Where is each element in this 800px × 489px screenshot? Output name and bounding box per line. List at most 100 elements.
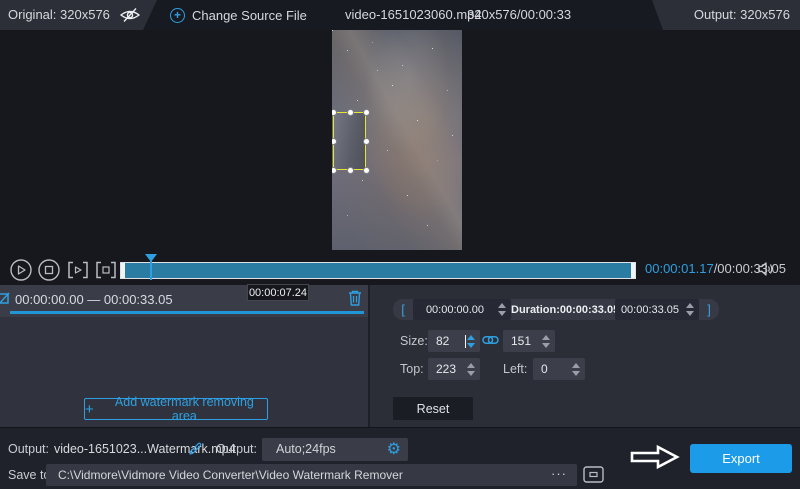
- arrow-up-icon[interactable]: [467, 335, 475, 340]
- left-value: 0: [533, 362, 571, 376]
- arrow-down-icon[interactable]: [542, 343, 550, 348]
- export-button[interactable]: Export: [690, 444, 792, 473]
- watermark-entry-row[interactable]: 00:00:00.00 — 00:00:33.05: [0, 285, 368, 317]
- selection-handle-top-left[interactable]: [332, 109, 337, 116]
- output-name-label: Output:: [8, 442, 49, 456]
- selection-handle-top-mid[interactable]: [347, 109, 354, 116]
- playhead-line: [150, 261, 152, 280]
- total-time: /00:00:33.05: [714, 261, 786, 276]
- output-resolution-label: Output: 320x576: [694, 0, 790, 30]
- save-path-input[interactable]: C:\Vidmore\Vidmore Video Converter\Video…: [46, 464, 577, 486]
- arrow-up-icon[interactable]: [572, 363, 580, 368]
- output-format-value: Auto;24fps: [276, 442, 336, 456]
- size-height-input[interactable]: 151: [503, 330, 555, 352]
- left-label: Left:: [503, 362, 527, 376]
- size-label: Size:: [400, 334, 428, 348]
- size-width-stepper[interactable]: [466, 335, 480, 348]
- time-range-bar: [ 00:00:00.00 Duration:00:00:33.05 00:00…: [393, 299, 719, 320]
- current-time: 00:00:01.17: [645, 261, 714, 276]
- watermark-entry-range: 00:00:00.00 — 00:00:33.05: [15, 292, 173, 307]
- video-watermark-remover-window: Original: 320x576 + Change Source File v…: [0, 0, 800, 489]
- set-start-bracket-button[interactable]: [: [393, 302, 413, 317]
- video-preview: [332, 30, 462, 250]
- size-width-input[interactable]: 82: [428, 330, 480, 352]
- watermark-edit-panel: [ 00:00:00.00 Duration:00:00:33.05 00:00…: [370, 285, 800, 427]
- change-source-file-button[interactable]: + Change Source File: [170, 0, 307, 30]
- output-filename: video-1651023...Watermark.mp4: [54, 442, 236, 456]
- arrow-up-icon[interactable]: [498, 303, 506, 308]
- selection-handle-top-right[interactable]: [363, 109, 370, 116]
- plus-circle-icon: +: [170, 8, 185, 23]
- gear-icon[interactable]: ⚙: [387, 439, 401, 459]
- add-watermark-area-label: Add watermark removing area: [102, 395, 267, 423]
- add-watermark-area-button[interactable]: + Add watermark removing area: [84, 398, 268, 420]
- selection-handle-mid-left[interactable]: [332, 138, 337, 145]
- selection-handle-bottom-mid[interactable]: [347, 167, 354, 174]
- stop-button[interactable]: [38, 259, 60, 284]
- set-end-bracket-button[interactable]: ]: [699, 302, 719, 317]
- left-input[interactable]: 0: [533, 358, 585, 380]
- selection-handle-bottom-right[interactable]: [363, 167, 370, 174]
- watermark-area-icon: [0, 291, 11, 310]
- output-format-select[interactable]: Auto;24fps ⚙: [262, 438, 408, 461]
- top-label: Top:: [400, 362, 424, 376]
- arrow-down-icon[interactable]: [498, 311, 506, 316]
- watermark-list-panel: 00:00:00.00 — 00:00:33.05 + Add watermar…: [0, 285, 368, 427]
- watermark-selection-rect[interactable]: [333, 112, 366, 170]
- play-button[interactable]: [10, 259, 32, 284]
- start-time-stepper[interactable]: [497, 303, 511, 316]
- size-width-value: 82: [428, 334, 464, 348]
- preview-toggle-button[interactable]: [118, 7, 142, 23]
- segment-stop-button[interactable]: [94, 259, 118, 284]
- output-format-label: Output:: [216, 442, 257, 456]
- original-resolution-label: Original: 320x576: [8, 0, 110, 30]
- timeline-scrubber[interactable]: [120, 262, 636, 279]
- timeline-hover-tooltip: 00:00:07.24: [247, 284, 309, 301]
- end-time-input[interactable]: 00:00:33.05: [615, 299, 699, 320]
- arrow-down-icon[interactable]: [467, 371, 475, 376]
- watermark-entry-duration-track[interactable]: [10, 311, 364, 314]
- pencil-icon: [188, 441, 203, 456]
- reset-button[interactable]: Reset: [393, 397, 473, 420]
- top-input[interactable]: 223: [428, 358, 480, 380]
- arrow-up-icon[interactable]: [542, 335, 550, 340]
- annotation-arrow: [630, 444, 680, 473]
- transport-bar: 00:00:01.17/00:00:33.05: [0, 252, 800, 285]
- timeline-end-handle[interactable]: [631, 263, 635, 278]
- segment-play-button[interactable]: [66, 259, 90, 284]
- size-height-value: 151: [503, 334, 541, 348]
- arrow-down-icon[interactable]: [467, 343, 475, 348]
- top-stepper[interactable]: [466, 363, 480, 376]
- top-bar: Original: 320x576 + Change Source File v…: [0, 0, 800, 30]
- trash-icon: [347, 289, 363, 307]
- folder-icon: [583, 465, 604, 484]
- left-stepper[interactable]: [571, 363, 585, 376]
- eye-off-icon: [118, 11, 142, 26]
- top-value: 223: [428, 362, 466, 376]
- arrow-up-icon[interactable]: [686, 303, 694, 308]
- size-height-stepper[interactable]: [541, 335, 555, 348]
- duration-label: Duration:00:00:33.05: [511, 304, 615, 316]
- rename-button[interactable]: [188, 441, 203, 459]
- arrow-down-icon[interactable]: [572, 371, 580, 376]
- video-stage: [0, 30, 800, 252]
- bottom-bar: Output: video-1651023...Watermark.mp4 Ou…: [0, 427, 800, 489]
- arrow-up-icon[interactable]: [467, 363, 475, 368]
- timeline-start-handle[interactable]: [121, 263, 125, 278]
- delete-watermark-button[interactable]: [347, 289, 363, 310]
- plus-icon: +: [85, 402, 94, 417]
- selection-handle-bottom-left[interactable]: [332, 167, 337, 174]
- open-folder-button[interactable]: [583, 465, 604, 487]
- speaker-icon: [757, 265, 775, 280]
- end-time-stepper[interactable]: [685, 303, 699, 316]
- arrow-down-icon[interactable]: [686, 311, 694, 316]
- browse-button[interactable]: ···: [551, 464, 567, 486]
- aspect-link-toggle[interactable]: [482, 333, 499, 350]
- change-source-file-label: Change Source File: [192, 8, 307, 23]
- starfield-decor: [332, 30, 333, 31]
- selection-handle-mid-right[interactable]: [363, 138, 370, 145]
- start-time-input[interactable]: 00:00:00.00: [413, 299, 511, 320]
- volume-button[interactable]: [757, 261, 775, 277]
- link-icon: [482, 333, 499, 347]
- source-resolution-duration: 320x576/00:00:33: [467, 0, 571, 30]
